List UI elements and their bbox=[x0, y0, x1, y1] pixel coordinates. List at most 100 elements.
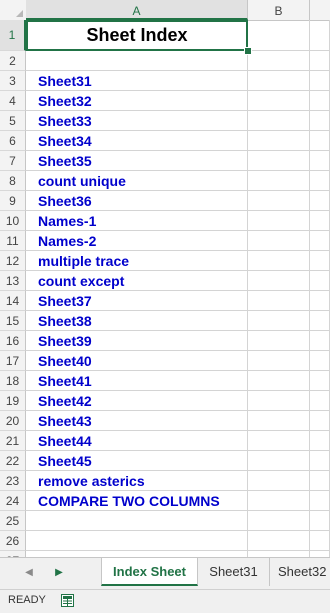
cell-c[interactable] bbox=[310, 351, 330, 371]
row-header[interactable]: 25 bbox=[0, 511, 26, 531]
column-header-b[interactable]: B bbox=[248, 0, 310, 20]
sheet-link[interactable]: Sheet45 bbox=[38, 451, 92, 471]
row-header[interactable]: 6 bbox=[0, 131, 26, 151]
row-header[interactable]: 8 bbox=[0, 171, 26, 191]
cell-b[interactable] bbox=[248, 391, 310, 411]
row-header[interactable]: 26 bbox=[0, 531, 26, 551]
cell-c[interactable] bbox=[310, 51, 330, 71]
row-header[interactable]: 19 bbox=[0, 391, 26, 411]
row-header[interactable]: 24 bbox=[0, 491, 26, 511]
sheet-link[interactable]: Sheet44 bbox=[38, 431, 92, 451]
sheet-link[interactable]: Sheet38 bbox=[38, 311, 92, 331]
cell-c[interactable] bbox=[310, 371, 330, 391]
cell-c[interactable] bbox=[310, 171, 330, 191]
fill-handle[interactable] bbox=[244, 47, 252, 55]
cell-c[interactable] bbox=[310, 151, 330, 171]
macro-record-icon[interactable] bbox=[61, 594, 74, 607]
sheet-link[interactable]: Sheet35 bbox=[38, 151, 92, 171]
sheet-link[interactable]: Sheet37 bbox=[38, 291, 92, 311]
column-header-c[interactable] bbox=[310, 0, 330, 20]
cell-b[interactable] bbox=[248, 211, 310, 231]
cell-b[interactable] bbox=[248, 311, 310, 331]
sheet-link[interactable]: Names-1 bbox=[38, 211, 96, 231]
cell-b[interactable] bbox=[248, 91, 310, 111]
cell-c[interactable] bbox=[310, 411, 330, 431]
row-header[interactable]: 16 bbox=[0, 331, 26, 351]
row-header[interactable]: 5 bbox=[0, 111, 26, 131]
cell-b[interactable] bbox=[248, 191, 310, 211]
row-header[interactable]: 20 bbox=[0, 411, 26, 431]
cell-b[interactable] bbox=[248, 51, 310, 71]
cell-c[interactable] bbox=[310, 191, 330, 211]
tab-scroll-left-icon[interactable]: ◀ bbox=[22, 567, 36, 578]
cell-b[interactable] bbox=[248, 131, 310, 151]
cell-b[interactable] bbox=[248, 531, 310, 551]
row-header[interactable]: 1 bbox=[0, 20, 26, 51]
cell-b[interactable] bbox=[248, 71, 310, 91]
cell-b[interactable] bbox=[248, 331, 310, 351]
sheet-link[interactable]: count unique bbox=[38, 171, 126, 191]
sheet-link[interactable]: COMPARE TWO COLUMNS bbox=[38, 491, 220, 511]
cell-b[interactable] bbox=[248, 151, 310, 171]
row-header[interactable]: 21 bbox=[0, 431, 26, 451]
cell-c[interactable] bbox=[310, 291, 330, 311]
cell-b[interactable] bbox=[248, 491, 310, 511]
sheet-link[interactable]: Sheet40 bbox=[38, 351, 92, 371]
sheet-link[interactable]: remove asterics bbox=[38, 471, 145, 491]
sheet-link[interactable]: Sheet39 bbox=[38, 331, 92, 351]
cell-c[interactable] bbox=[310, 111, 330, 131]
sheet-link[interactable]: Sheet41 bbox=[38, 371, 92, 391]
tab-index-sheet[interactable]: Index Sheet bbox=[101, 558, 198, 586]
cell-c[interactable] bbox=[310, 471, 330, 491]
cell-b[interactable] bbox=[248, 511, 310, 531]
row-header[interactable]: 22 bbox=[0, 451, 26, 471]
sheet-link[interactable]: Sheet36 bbox=[38, 191, 92, 211]
sheet-link[interactable]: Sheet34 bbox=[38, 131, 92, 151]
row-header[interactable]: 7 bbox=[0, 151, 26, 171]
cell-b[interactable] bbox=[248, 371, 310, 391]
sheet-link[interactable]: Sheet43 bbox=[38, 411, 92, 431]
cell-a[interactable] bbox=[26, 511, 248, 531]
row-header[interactable]: 2 bbox=[0, 51, 26, 71]
tab-scroll-right-icon[interactable]: ▶ bbox=[52, 567, 66, 578]
sheet-link[interactable]: Sheet42 bbox=[38, 391, 92, 411]
cell-c[interactable] bbox=[310, 331, 330, 351]
cell-c[interactable] bbox=[310, 451, 330, 471]
cell-c[interactable] bbox=[310, 271, 330, 291]
cell-b[interactable] bbox=[248, 351, 310, 371]
row-header[interactable]: 14 bbox=[0, 291, 26, 311]
sheet-link[interactable]: count except bbox=[38, 271, 124, 291]
cell-b[interactable] bbox=[248, 111, 310, 131]
sheet-index-title-cell[interactable]: Sheet Index bbox=[26, 20, 248, 51]
row-header[interactable]: 23 bbox=[0, 471, 26, 491]
cell-c[interactable] bbox=[310, 131, 330, 151]
row-header[interactable]: 13 bbox=[0, 271, 26, 291]
column-header-a[interactable]: A bbox=[26, 0, 248, 20]
tab-sheet32[interactable]: Sheet32 bbox=[270, 558, 330, 586]
cell-b[interactable] bbox=[248, 271, 310, 291]
row-header[interactable]: 9 bbox=[0, 191, 26, 211]
cell-b[interactable] bbox=[248, 231, 310, 251]
cell-b[interactable] bbox=[248, 411, 310, 431]
row-header[interactable]: 12 bbox=[0, 251, 26, 271]
cell-c[interactable] bbox=[310, 20, 330, 51]
row-header[interactable]: 18 bbox=[0, 371, 26, 391]
select-all-corner[interactable] bbox=[0, 0, 27, 20]
cell-b[interactable] bbox=[248, 20, 310, 51]
sheet-link[interactable]: Sheet33 bbox=[38, 111, 92, 131]
cell-b[interactable] bbox=[248, 431, 310, 451]
cell-b[interactable] bbox=[248, 471, 310, 491]
sheet-link[interactable]: Sheet32 bbox=[38, 91, 92, 111]
cell-c[interactable] bbox=[310, 91, 330, 111]
cell-b[interactable] bbox=[248, 451, 310, 471]
row-header[interactable]: 11 bbox=[0, 231, 26, 251]
cell-c[interactable] bbox=[310, 251, 330, 271]
cell-c[interactable] bbox=[310, 511, 330, 531]
cell-c[interactable] bbox=[310, 431, 330, 451]
row-header[interactable]: 17 bbox=[0, 351, 26, 371]
cell-b[interactable] bbox=[248, 171, 310, 191]
row-header[interactable]: 15 bbox=[0, 311, 26, 331]
cell-c[interactable] bbox=[310, 311, 330, 331]
cell-c[interactable] bbox=[310, 211, 330, 231]
cell-a[interactable] bbox=[26, 51, 248, 71]
